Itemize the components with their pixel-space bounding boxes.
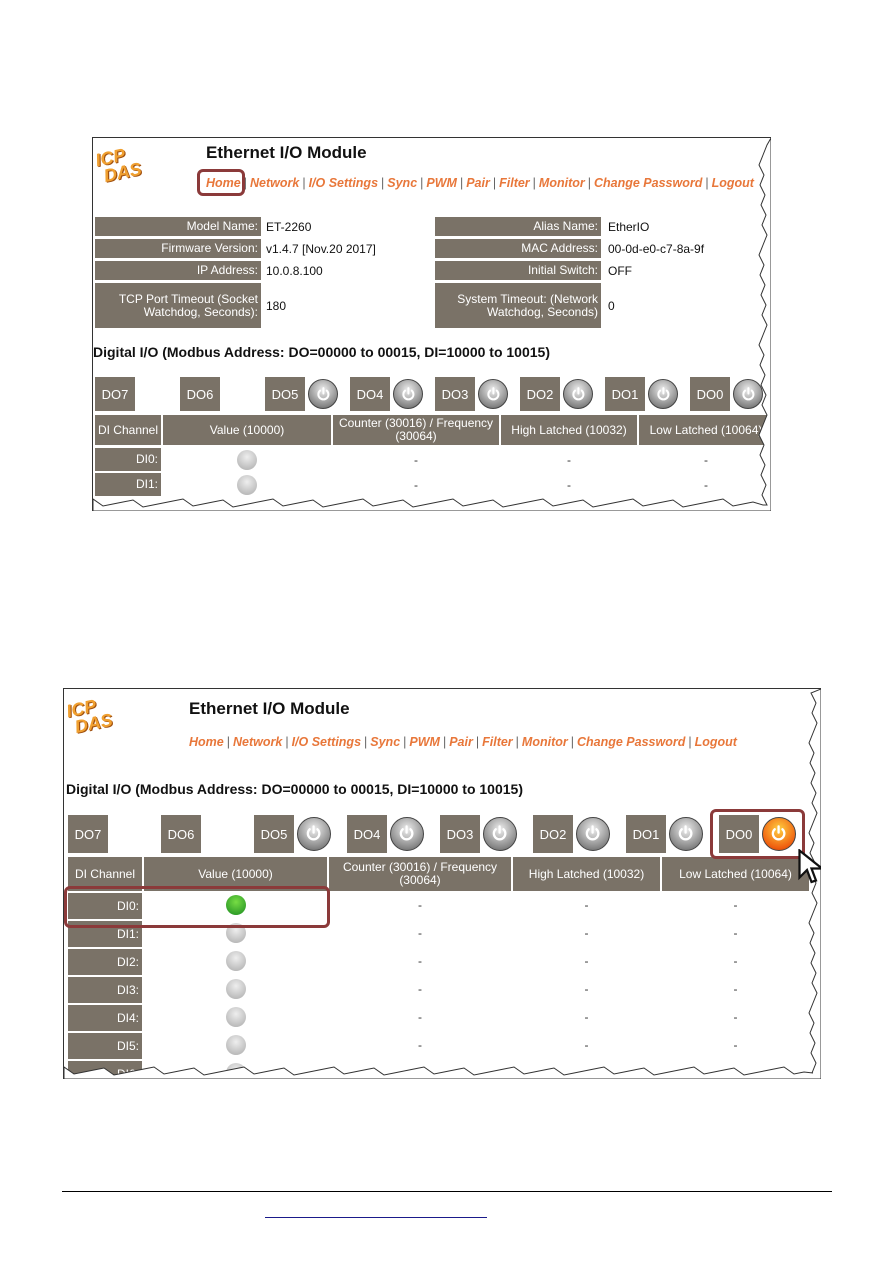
footer-rule [62, 1191, 832, 1192]
torn-edge [93, 138, 771, 511]
document-page: ICP DAS Ethernet I/O Module Home | Network | I… [0, 0, 893, 1263]
torn-edge [64, 689, 821, 1079]
mouse-cursor-icon [798, 848, 821, 890]
screenshot-home-page: ICP DAS Ethernet I/O Module Home | Network | I… [92, 137, 771, 511]
highlight-do0 [710, 809, 805, 859]
footer-link[interactable] [265, 1217, 487, 1218]
screenshot-do0-on: ICP DAS Ethernet I/O Module Home | Network | I… [63, 688, 821, 1079]
highlight-di0 [64, 886, 330, 928]
